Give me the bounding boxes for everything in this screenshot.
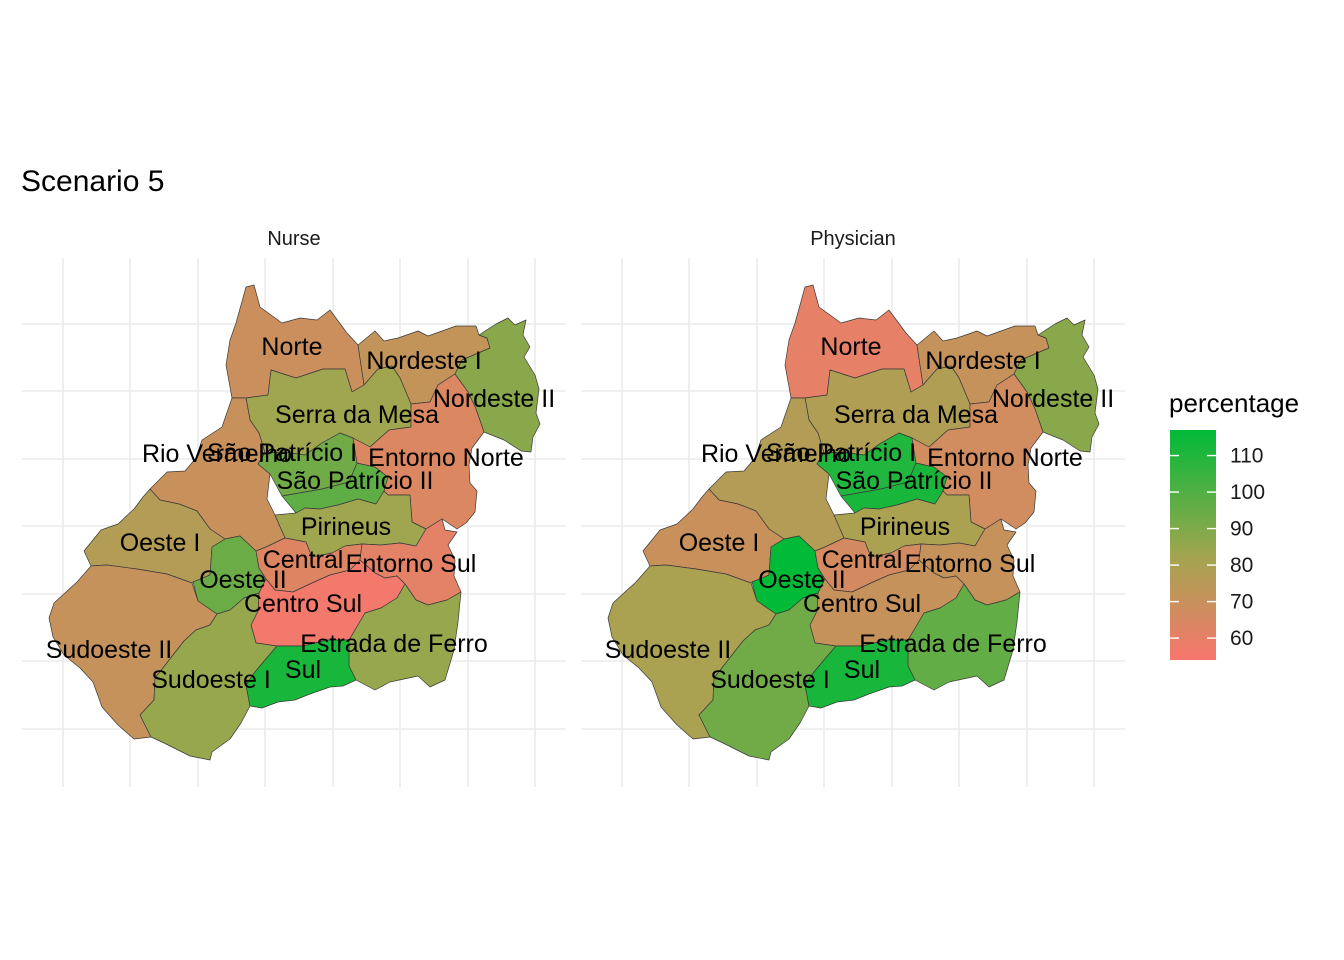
map-figure: Scenario 5 Nurse Norte Nordeste I Nordeste… — [21, 165, 1299, 787]
region-label-pirineus: Pirineus — [301, 513, 391, 541]
region-label-sudoeste-ii: Sudoeste II — [46, 636, 172, 664]
region-label-sudoeste-i: Sudoeste I — [151, 666, 271, 694]
region-label-sul: Sul — [844, 656, 880, 684]
region-label-entorno-sul: Entorno Sul — [346, 550, 477, 578]
panel-strip-label: Physician — [810, 228, 896, 250]
panel-strip-label: Nurse — [267, 228, 320, 250]
region-label-entorno-sul: Entorno Sul — [905, 550, 1036, 578]
legend-tick-label: 60 — [1230, 627, 1253, 650]
legend: percentage 110 100 90 80 70 60 — [1169, 388, 1299, 660]
region-label-central: Central — [822, 546, 903, 574]
region-label-estrada-de-ferro: Estrada de Ferro — [300, 630, 488, 658]
region-label-centro-sul: Centro Sul — [803, 590, 921, 618]
region-label-pirineus: Pirineus — [860, 513, 950, 541]
panel-physician: Physician Norte Nordeste I Nordeste IISerr… — [581, 228, 1125, 787]
region-label-sao-patricio-i: São Patrício I — [766, 439, 916, 467]
region-label-entorno-norte: Entorno Norte — [368, 444, 524, 472]
legend-tick-label: 110 — [1230, 445, 1263, 468]
legend-tick-label: 90 — [1230, 518, 1253, 541]
region-label-sul: Sul — [285, 656, 321, 684]
region-label-estrada-de-ferro: Estrada de Ferro — [859, 630, 1047, 658]
panel-nurse: Nurse Norte Nordeste I Nordeste IISerra da… — [22, 228, 566, 787]
legend-colorbar — [1170, 430, 1216, 660]
region-label-central: Central — [263, 546, 344, 574]
region-label-serra-da-mesa: Serra da Mesa — [275, 401, 439, 429]
region-label-nordeste-ii: Nordeste II — [992, 385, 1114, 413]
region-label-centro-sul: Centro Sul — [244, 590, 362, 618]
plot-title: Scenario 5 — [21, 165, 164, 198]
region-label-oeste-i: Oeste I — [679, 529, 760, 557]
region-label-serra-da-mesa: Serra da Mesa — [834, 401, 998, 429]
region-label-nordeste-i: Nordeste I — [366, 347, 481, 375]
region-label-nordeste-ii: Nordeste II — [433, 385, 555, 413]
region-label-norte: Norte — [261, 333, 322, 361]
legend-tick-label: 70 — [1230, 591, 1253, 614]
legend-tick-label: 80 — [1230, 554, 1253, 577]
region-label-entorno-norte: Entorno Norte — [927, 444, 1083, 472]
legend-tick-label: 100 — [1230, 481, 1265, 504]
region-label-sudoeste-i: Sudoeste I — [710, 666, 830, 694]
region-label-norte: Norte — [820, 333, 881, 361]
region-label-oeste-i: Oeste I — [120, 529, 201, 557]
region-label-nordeste-i: Nordeste I — [925, 347, 1040, 375]
region-label-sao-patricio-i: São Patrício I — [207, 439, 357, 467]
region-label-sudoeste-ii: Sudoeste II — [605, 636, 731, 664]
legend-title: percentage — [1169, 388, 1299, 418]
